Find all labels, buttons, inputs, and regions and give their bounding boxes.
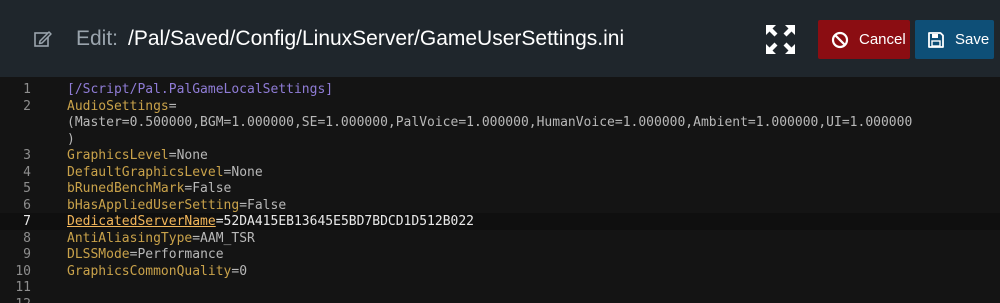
editor-line[interactable]: ) xyxy=(0,131,1000,148)
editor-line[interactable]: (Master=0.500000,BGM=1.000000,SE=1.00000… xyxy=(0,114,1000,131)
edit-prefix: Edit: xyxy=(76,27,119,50)
line-number: 8 xyxy=(23,230,31,246)
ini-value: =Performance xyxy=(129,247,224,262)
line-number: 4 xyxy=(23,164,31,180)
ini-key: DLSSMode xyxy=(67,247,130,262)
line-code: GraphicsLevel=None xyxy=(67,147,208,164)
line-code: [/Script/Pal.PalGameLocalSettings] xyxy=(67,81,333,98)
ini-key: bHasAppliedUserSetting xyxy=(67,197,240,213)
ini-value: =52DA415EB13645E5BD7BDCD1D512B022 xyxy=(215,214,474,229)
line-code: bHasAppliedUserSetting=False xyxy=(67,197,286,214)
ini-value: =None xyxy=(223,164,263,180)
line-code: AudioSettings= xyxy=(67,98,177,115)
ini-section: [/Script/Pal.PalGameLocalSettings] xyxy=(67,82,334,97)
line-code: ) xyxy=(67,131,75,148)
editor-line[interactable]: 5 bRunedBenchMark=False xyxy=(0,180,1000,197)
ini-value: =0 xyxy=(231,263,248,279)
line-number: 7 xyxy=(23,214,31,229)
ini-key: GraphicsLevel xyxy=(67,148,169,163)
ini-key: bRunedBenchMark xyxy=(67,181,185,196)
line-code: DefaultGraphicsLevel=None xyxy=(67,164,263,181)
line-number: 2 xyxy=(23,98,31,114)
editor-line[interactable]: 12 xyxy=(0,296,1000,303)
save-button[interactable]: Save xyxy=(915,20,994,59)
ini-key: AudioSettings xyxy=(67,98,169,114)
editor-line[interactable]: 9 DLSSMode=Performance xyxy=(0,246,1000,263)
editor-line[interactable]: 3 GraphicsLevel=None xyxy=(0,147,1000,164)
line-code: GraphicsCommonQuality=0 xyxy=(67,263,247,280)
file-path: /Pal/Saved/Config/LinuxServer/GameUserSe… xyxy=(128,27,625,50)
editor-line[interactable]: 4 DefaultGraphicsLevel=None xyxy=(0,164,1000,181)
editor-line[interactable]: 1 [/Script/Pal.PalGameLocalSettings] xyxy=(0,81,1000,98)
line-code: (Master=0.500000,BGM=1.000000,SE=1.00000… xyxy=(67,114,912,131)
save-icon xyxy=(928,31,944,48)
ini-value: =False xyxy=(184,181,232,196)
cancel-button-label: Cancel xyxy=(859,31,906,48)
editor-line[interactable]: 8 AntiAliasingType=AAM_TSR xyxy=(0,230,1000,247)
editor-line[interactable]: 6 bHasAppliedUserSetting=False xyxy=(0,197,1000,214)
cancel-button[interactable]: Cancel xyxy=(818,20,910,59)
ini-value: (Master=0.500000,BGM=1.000000,SE=1.00000… xyxy=(67,115,913,130)
ini-key: GraphicsCommonQuality xyxy=(67,263,232,279)
expand-icon[interactable] xyxy=(765,24,796,55)
editor-header: Edit: /Pal/Saved/Config/LinuxServer/GameU… xyxy=(0,0,1000,77)
editor-line[interactable]: 10 GraphicsCommonQuality=0 xyxy=(0,263,1000,280)
line-number: 1 xyxy=(23,82,31,97)
line-number: 9 xyxy=(23,247,31,262)
editor-line[interactable]: 2 AudioSettings= xyxy=(0,98,1000,115)
line-number: 12 xyxy=(0,296,31,303)
ini-key: DefaultGraphicsLevel xyxy=(67,164,224,180)
line-code: DedicatedServerName=52DA415EB13645E5BD7B… xyxy=(67,213,474,230)
line-number: 5 xyxy=(23,181,31,196)
ini-value: =False xyxy=(239,197,287,213)
ini-value: ) xyxy=(67,131,75,147)
ini-value: =AAM_TSR xyxy=(192,230,255,246)
line-number: 3 xyxy=(23,148,31,163)
ban-icon xyxy=(831,31,849,48)
line-number: 11 xyxy=(15,280,31,295)
code-editor[interactable]: 1 [/Script/Pal.PalGameLocalSettings] 2 Audi… xyxy=(0,77,1000,303)
line-code: AntiAliasingType=AAM_TSR xyxy=(67,230,255,247)
line-code: bRunedBenchMark=False xyxy=(67,180,231,197)
line-code: DLSSMode=Performance xyxy=(67,246,224,263)
ini-value: =None xyxy=(168,148,208,163)
ini-value: = xyxy=(168,98,177,114)
line-number: 6 xyxy=(23,197,31,213)
edit-icon xyxy=(34,31,52,47)
save-button-label: Save xyxy=(955,31,990,48)
editor-line[interactable]: 11 xyxy=(0,279,1000,296)
ini-key: DedicatedServerName xyxy=(67,214,216,229)
page-title: Edit: /Pal/Saved/Config/LinuxServer/GameU… xyxy=(76,25,624,53)
line-number: 10 xyxy=(15,263,31,279)
ini-key: AntiAliasingType xyxy=(67,230,193,246)
editor-line[interactable]: 7 DedicatedServerName=52DA415EB13645E5BD7… xyxy=(0,213,1000,230)
